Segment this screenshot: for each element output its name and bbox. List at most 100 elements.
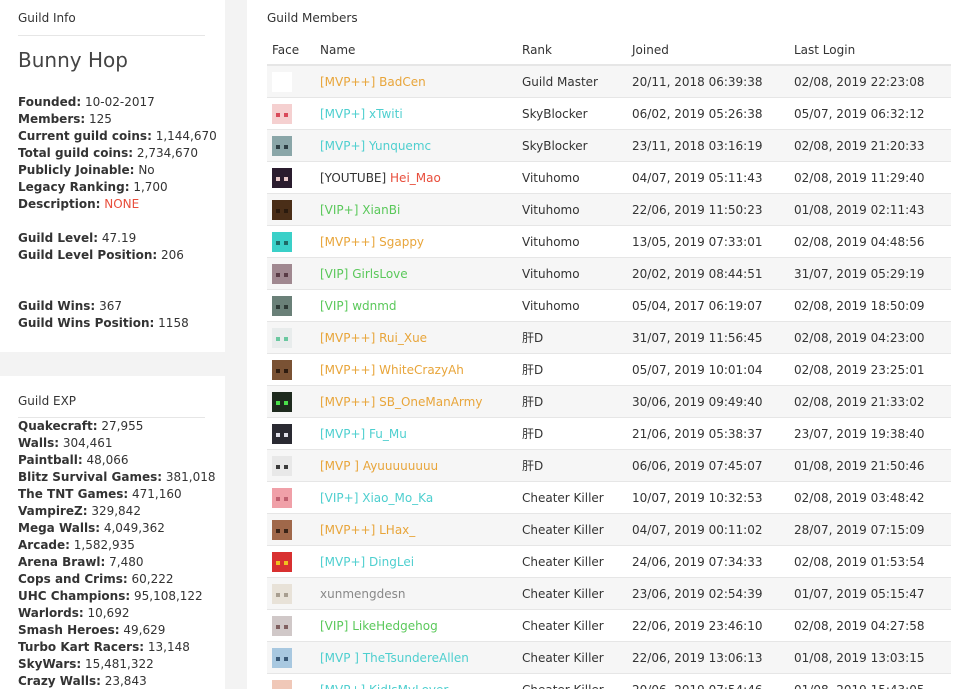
face-cell <box>267 449 320 482</box>
member-name-link[interactable]: Xiao_Mo_Ka <box>362 491 433 505</box>
divider <box>18 35 205 36</box>
column-name[interactable]: Name <box>320 36 522 66</box>
column-last-login[interactable]: Last Login <box>794 36 951 66</box>
member-name-cell[interactable]: [VIP+] Xiao_Mo_Ka <box>320 481 522 514</box>
member-name-link[interactable]: Fu_Mu <box>369 427 407 441</box>
guild-stats: Founded: 10-02-2017 Members: 125 Current… <box>18 94 217 332</box>
avatar-icon <box>272 295 292 316</box>
face-cell <box>267 417 320 450</box>
member-name-cell[interactable]: [MVP+] Yunquemc <box>320 129 522 162</box>
avatar-icon <box>272 679 292 689</box>
face-cell <box>267 129 320 162</box>
member-last-login: 02/08, 2019 04:23:00 <box>794 321 951 354</box>
member-name-cell[interactable]: [MVP+] KidIsMyLover <box>320 673 522 689</box>
member-last-login: 02/08, 2019 22:23:08 <box>794 64 951 98</box>
member-name-cell[interactable]: [MVP+] Fu_Mu <box>320 417 522 450</box>
member-joined: 05/04, 2017 06:19:07 <box>632 289 794 322</box>
column-face[interactable]: Face <box>267 36 320 66</box>
avatar-icon <box>272 423 292 444</box>
member-name-cell[interactable]: [MVP++] LHax_ <box>320 513 522 546</box>
stat-description: Description: NONE <box>18 197 140 211</box>
face-cell <box>267 257 320 290</box>
member-name-link[interactable]: GirlsLove <box>352 267 407 281</box>
member-rank: 肝D <box>522 449 632 482</box>
member-rank-prefix: [MVP+] <box>320 683 365 689</box>
member-name-cell[interactable]: [MVP+] DingLei <box>320 545 522 578</box>
exp-item: Walls: 304,461 <box>18 436 113 450</box>
member-name-cell[interactable]: [MVP++] Sgappy <box>320 225 522 258</box>
member-name-link[interactable]: WhiteCrazyAh <box>379 363 464 377</box>
member-joined: 24/06, 2019 07:34:33 <box>632 545 794 578</box>
member-joined: 30/06, 2019 09:49:40 <box>632 385 794 418</box>
member-rank: 肝D <box>522 417 632 450</box>
member-name-cell[interactable]: [MVP ] Ayuuuuuuuu <box>320 449 522 482</box>
column-joined[interactable]: Joined <box>632 36 794 66</box>
member-name-cell[interactable]: [MVP++] BadCen <box>320 64 522 98</box>
member-name-link[interactable]: Hei_Mao <box>390 171 441 185</box>
member-row: [MVP++] WhiteCrazyAh 肝D 05/07, 2019 10:01:… <box>267 353 951 386</box>
member-row: [MVP+] DingLei Cheater Killer 24/06, 2019 … <box>267 545 951 578</box>
member-name-link[interactable]: DingLei <box>369 555 414 569</box>
member-name-cell[interactable]: [MVP++] WhiteCrazyAh <box>320 353 522 386</box>
member-last-login: 02/08, 2019 21:33:02 <box>794 385 951 418</box>
member-row: xunmengdesn Cheater Killer 23/06, 2019 02:… <box>267 577 951 610</box>
avatar-icon <box>272 583 292 604</box>
member-row: [MVP++] BadCen Guild Master 20/11, 2018 06… <box>267 64 951 98</box>
member-rank: Cheater Killer <box>522 545 632 578</box>
member-name-link[interactable]: SB_OneManArmy <box>379 395 482 409</box>
stat-founded: Founded: 10-02-2017 <box>18 95 155 109</box>
member-name-cell[interactable]: xunmengdesn <box>320 577 522 610</box>
guild-info-panel: Guild Info Bunny Hop Founded: 10-02-2017… <box>0 0 225 352</box>
member-rank: Cheater Killer <box>522 609 632 642</box>
exp-item: Warlords: 10,692 <box>18 606 130 620</box>
member-name-link[interactable]: LikeHedgehog <box>352 619 438 633</box>
member-name-link[interactable]: TheTsundereAllen <box>363 651 469 665</box>
face-cell <box>267 641 320 674</box>
member-name-cell[interactable]: [VIP] LikeHedgehog <box>320 609 522 642</box>
stat-current-coins: Current guild coins: 1,144,670 <box>18 129 217 143</box>
member-name-link[interactable]: xunmengdesn <box>320 587 405 601</box>
guild-info-title: Guild Info <box>18 11 76 25</box>
avatar-icon <box>272 327 292 348</box>
exp-item: UHC Champions: 95,108,122 <box>18 589 203 603</box>
member-name-link[interactable]: LHax_ <box>379 523 415 537</box>
exp-item: Crazy Walls: 23,843 <box>18 674 147 688</box>
member-row: [VIP] LikeHedgehog Cheater Killer 22/06, 2… <box>267 609 951 642</box>
member-name-cell[interactable]: [VIP] wdnmd <box>320 289 522 322</box>
member-name-link[interactable]: XianBi <box>362 203 400 217</box>
member-name-link[interactable]: KidIsMyLover <box>369 683 448 689</box>
member-last-login: 01/08, 2019 15:43:05 <box>794 673 951 689</box>
member-name-link[interactable]: Yunquemc <box>369 139 431 153</box>
stat-members: Members: 125 <box>18 112 112 126</box>
exp-item: Quakecraft: 27,955 <box>18 419 144 433</box>
member-last-login: 23/07, 2019 19:38:40 <box>794 417 951 450</box>
member-row: [MVP+] xTwiti SkyBlocker 06/02, 2019 05:26… <box>267 97 951 130</box>
avatar-icon <box>272 231 292 252</box>
member-name-link[interactable]: Ayuuuuuuuu <box>363 459 438 473</box>
member-name-link[interactable]: Sgappy <box>379 235 424 249</box>
member-name-cell[interactable]: [VIP] GirlsLove <box>320 257 522 290</box>
face-cell <box>267 64 320 98</box>
member-row: [MVP+] Yunquemc SkyBlocker 23/11, 2018 03:… <box>267 129 951 162</box>
member-name-cell[interactable]: [VIP+] XianBi <box>320 193 522 226</box>
member-name-cell[interactable]: [MVP ] TheTsundereAllen <box>320 641 522 674</box>
member-last-login: 05/07, 2019 06:32:12 <box>794 97 951 130</box>
avatar-icon <box>272 167 292 188</box>
face-cell <box>267 673 320 689</box>
member-rank-prefix: [MVP+] <box>320 426 366 441</box>
member-joined: 06/06, 2019 07:45:07 <box>632 449 794 482</box>
member-last-login: 01/08, 2019 21:50:46 <box>794 449 951 482</box>
member-name-cell[interactable]: [YOUTUBE] Hei_Mao <box>320 161 522 194</box>
column-rank[interactable]: Rank <box>522 36 632 66</box>
stat-guild-wins-position: Guild Wins Position: 1158 <box>18 316 189 330</box>
face-cell <box>267 385 320 418</box>
member-name-link[interactable]: wdnmd <box>352 299 396 313</box>
member-name-link[interactable]: Rui_Xue <box>379 331 427 345</box>
member-last-login: 01/08, 2019 13:03:15 <box>794 641 951 674</box>
member-name-link[interactable]: xTwiti <box>369 107 403 121</box>
member-name-cell[interactable]: [MVP++] SB_OneManArmy <box>320 385 522 418</box>
member-name-cell[interactable]: [MVP+] xTwiti <box>320 97 522 130</box>
member-name-cell[interactable]: [MVP++] Rui_Xue <box>320 321 522 354</box>
member-rank: Cheater Killer <box>522 641 632 674</box>
member-name-link[interactable]: BadCen <box>379 75 426 89</box>
